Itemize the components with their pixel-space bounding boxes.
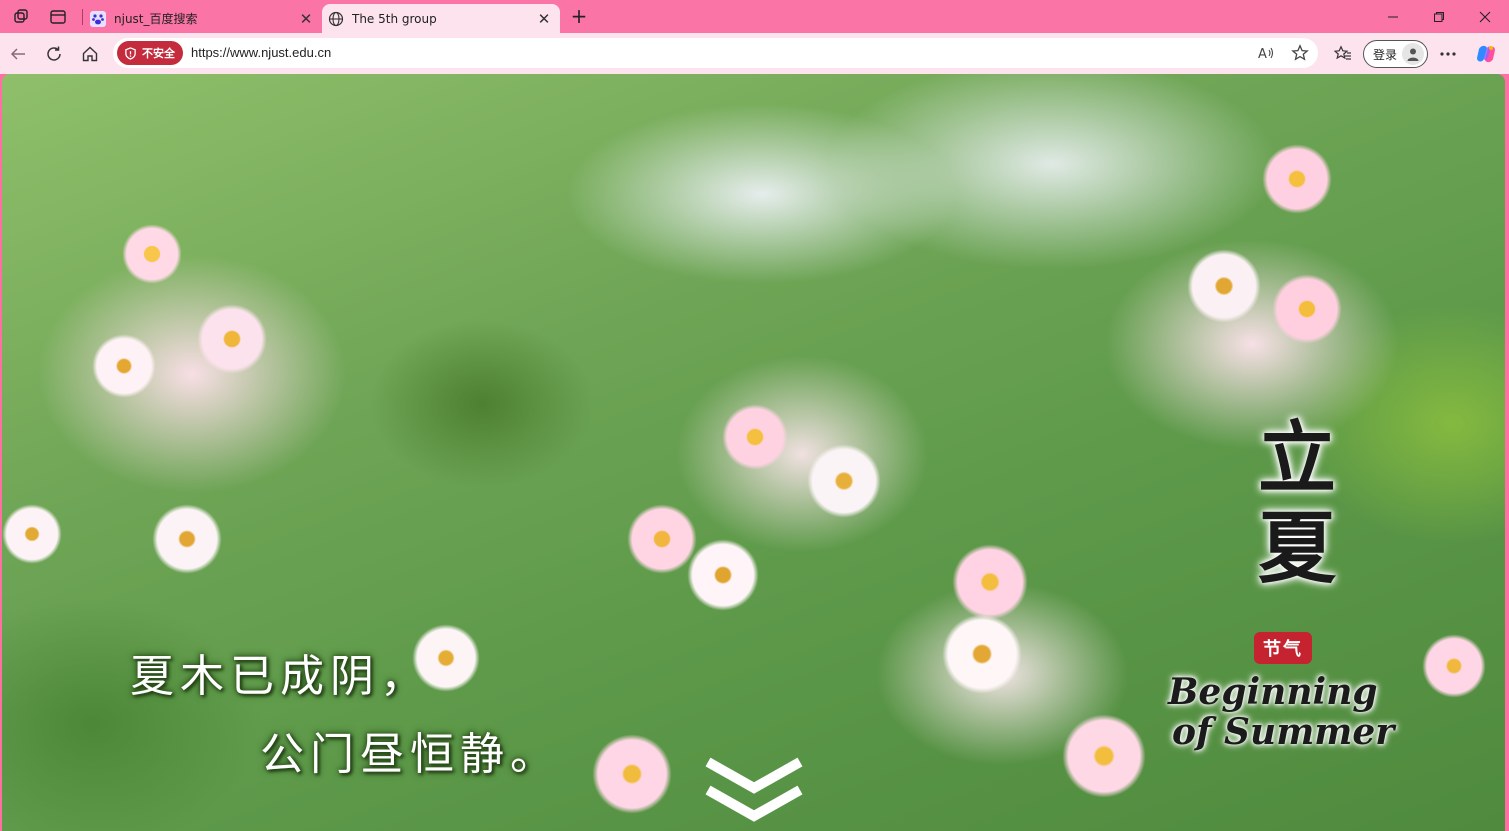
tab-close-icon[interactable]: ✕ bbox=[296, 9, 316, 29]
tab-close-icon[interactable]: ✕ bbox=[534, 9, 554, 29]
home-button[interactable] bbox=[77, 41, 103, 67]
close-window-button[interactable] bbox=[1462, 4, 1508, 30]
flower-decoration bbox=[1262, 144, 1332, 214]
new-tab-button[interactable]: + bbox=[567, 5, 591, 27]
flower-decoration bbox=[2, 504, 62, 564]
tab-strip: njust_百度搜索 ✕ The 5th group ✕ + bbox=[0, 0, 1509, 33]
refresh-button[interactable] bbox=[41, 41, 67, 67]
english-title-line-2: of Summer bbox=[1172, 711, 1395, 753]
solar-term-badge: 节气 bbox=[1254, 632, 1312, 664]
tab-title: The 5th group bbox=[352, 11, 437, 26]
tab-actions-icon[interactable] bbox=[47, 6, 69, 28]
tab-separator bbox=[82, 9, 83, 25]
workspaces-icon[interactable] bbox=[11, 6, 33, 28]
solar-term-title: 立 夏 bbox=[1242, 414, 1352, 594]
more-options-icon[interactable] bbox=[1435, 41, 1461, 67]
flower-decoration bbox=[197, 304, 267, 374]
english-title-line-1: Beginning bbox=[1168, 671, 1378, 713]
flower-decoration bbox=[1422, 634, 1486, 698]
flower-decoration bbox=[722, 404, 788, 470]
favorites-icon[interactable] bbox=[1330, 41, 1356, 67]
hero-banner: 夏木已成阴， 公门昼恒静。 立 夏 节气 Beginning of Summer bbox=[2, 74, 1505, 831]
not-secure-badge[interactable]: 不安全 bbox=[117, 41, 183, 65]
profile-avatar-icon bbox=[1402, 43, 1424, 65]
scroll-down-chevron-icon[interactable] bbox=[702, 756, 806, 826]
not-secure-label: 不安全 bbox=[142, 47, 175, 60]
svg-text:A: A bbox=[1258, 47, 1267, 61]
flower-decoration bbox=[1062, 714, 1146, 798]
tab-title: njust_百度搜索 bbox=[114, 12, 198, 26]
restore-button[interactable] bbox=[1416, 4, 1462, 30]
flower-decoration bbox=[942, 614, 1022, 694]
tab-baidu-search[interactable]: njust_百度搜索 ✕ bbox=[84, 4, 322, 33]
sign-in-button[interactable]: 登录 bbox=[1363, 40, 1428, 68]
flower-decoration bbox=[592, 734, 672, 814]
sign-in-label: 登录 bbox=[1373, 47, 1398, 62]
favorite-star-icon[interactable] bbox=[1289, 42, 1311, 64]
flower-decoration bbox=[1187, 249, 1261, 323]
poem-line-1: 夏木已成阴， bbox=[130, 651, 430, 702]
flower-decoration bbox=[627, 504, 697, 574]
flower-decoration bbox=[807, 444, 881, 518]
english-title: Beginning of Summer bbox=[1168, 672, 1408, 752]
read-aloud-icon[interactable]: A bbox=[1256, 42, 1278, 64]
tab-the-5th-group[interactable]: The 5th group ✕ bbox=[322, 4, 560, 33]
flower-decoration bbox=[687, 539, 759, 611]
baidu-paw-icon bbox=[90, 10, 106, 27]
browser-toolbar: 不安全 https://www.njust.edu.cn A 登录 bbox=[0, 33, 1509, 74]
flower-decoration bbox=[122, 224, 182, 284]
address-bar[interactable]: 不安全 https://www.njust.edu.cn A bbox=[113, 38, 1318, 68]
url-text[interactable]: https://www.njust.edu.cn bbox=[191, 45, 331, 60]
flower-decoration bbox=[152, 504, 222, 574]
flower-decoration bbox=[952, 544, 1028, 620]
flower-decoration bbox=[92, 334, 156, 398]
solar-term-char-2: 夏 bbox=[1257, 503, 1336, 594]
minimize-button[interactable] bbox=[1370, 4, 1416, 30]
solar-term-char-1: 立 bbox=[1257, 413, 1336, 504]
globe-icon bbox=[328, 11, 344, 27]
back-button[interactable] bbox=[5, 41, 31, 67]
shield-warning-icon bbox=[123, 46, 137, 60]
poem-line-2: 公门昼恒静。 bbox=[260, 729, 560, 780]
flower-decoration bbox=[1272, 274, 1342, 344]
copilot-icon[interactable] bbox=[1473, 41, 1499, 67]
